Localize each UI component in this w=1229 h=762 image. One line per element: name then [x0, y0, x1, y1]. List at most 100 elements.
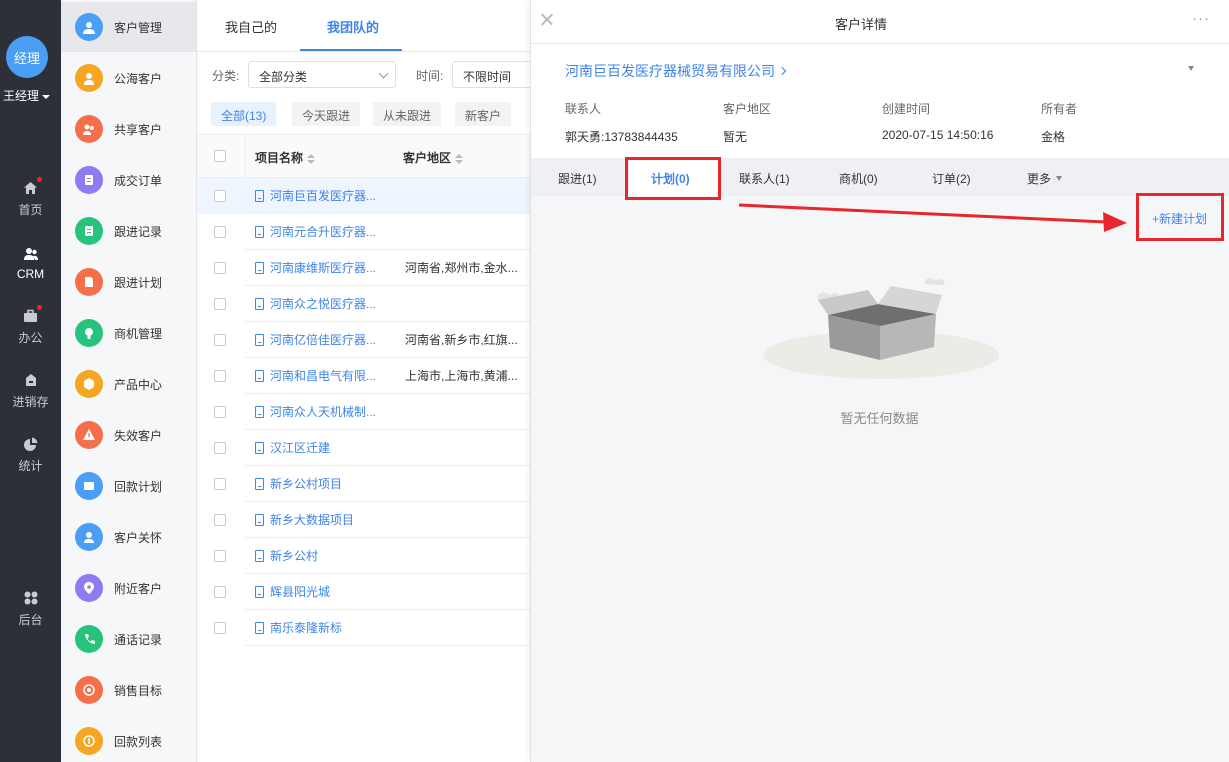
table-row[interactable]: 河南和昌电气有限... 上海市,上海市,黄浦...: [198, 358, 530, 394]
time-select[interactable]: 不限时间: [452, 61, 530, 88]
subnav-item[interactable]: 销售目标: [61, 665, 197, 715]
company-link[interactable]: 河南巨百发医疗器械贸易有限公司: [565, 61, 787, 81]
project-name: 河南元合升医疗器...: [270, 225, 377, 239]
table-row[interactable]: 南乐泰隆新标: [198, 610, 530, 646]
region-cell: [396, 214, 530, 250]
row-checkbox[interactable]: [214, 514, 226, 526]
tab-orders[interactable]: 订单(2): [932, 170, 971, 187]
rail-item-admin[interactable]: 后台: [0, 580, 61, 638]
project-name-cell[interactable]: 新乡公村项目: [245, 466, 396, 502]
select-all-checkbox[interactable]: [214, 150, 226, 162]
row-checkbox[interactable]: [214, 586, 226, 598]
row-checkbox[interactable]: [214, 370, 226, 382]
row-checkbox[interactable]: [214, 406, 226, 418]
col-region-header[interactable]: 客户地区: [403, 149, 464, 166]
project-name: 河南和昌电气有限...: [270, 369, 377, 383]
subnav-item[interactable]: 跟进记录: [61, 206, 197, 256]
project-name-cell[interactable]: 河南众之悦医疗器...: [245, 286, 396, 322]
tab-opportunity[interactable]: 商机(0): [839, 170, 878, 187]
subnav-item[interactable]: 客户关怀: [61, 512, 197, 562]
tab-contacts[interactable]: 联系人(1): [739, 170, 790, 187]
project-name-cell[interactable]: 辉县阳光城: [245, 574, 396, 610]
more-options-icon[interactable]: ···: [1192, 10, 1210, 27]
project-name-cell[interactable]: 河南亿倍佳医疗器...: [245, 322, 396, 358]
row-checkbox[interactable]: [214, 298, 226, 310]
store-icon: [23, 372, 39, 388]
table-row[interactable]: 河南康维斯医疗器... 河南省,郑州市,金水...: [198, 250, 530, 286]
avatar[interactable]: 经理: [6, 36, 48, 78]
user-menu[interactable]: 王经理: [3, 87, 51, 104]
subnav-item[interactable]: 产品中心: [61, 359, 197, 409]
chip-today[interactable]: 今天跟进: [292, 102, 361, 126]
care-icon: [75, 523, 103, 551]
document-icon: [255, 585, 264, 598]
subnav-item[interactable]: 通话记录: [61, 614, 197, 664]
subnav-item[interactable]: 成交订单: [61, 155, 197, 205]
customer-list-panel: 我自己的 我团队的 分类: 全部分类 时间: 不限时间 全部(13) 今天跟进 …: [198, 0, 530, 762]
subnav-item[interactable]: 跟进计划: [61, 257, 197, 307]
tab-mine[interactable]: 我自己的: [225, 17, 277, 36]
rail-item-office[interactable]: 办公: [0, 298, 61, 356]
pie-chart-icon: [23, 436, 39, 452]
tab-more[interactable]: 更多: [1027, 170, 1063, 187]
chip-all[interactable]: 全部(13): [211, 102, 277, 126]
subnav-item[interactable]: 回款列表: [61, 716, 197, 762]
rail-item-inventory[interactable]: 进销存: [0, 362, 61, 420]
project-name-cell[interactable]: 新乡大数据项目: [245, 502, 396, 538]
sort-icon: [455, 153, 464, 164]
briefcase-icon: [23, 305, 42, 324]
table-row[interactable]: 河南元合升医疗器...: [198, 214, 530, 250]
subnav-item[interactable]: 客户管理: [61, 2, 197, 52]
table-row[interactable]: 新乡公村: [198, 538, 530, 574]
project-name-cell[interactable]: 河南康维斯医疗器...: [245, 250, 396, 286]
table-row[interactable]: 河南众之悦医疗器...: [198, 286, 530, 322]
rail-item-crm[interactable]: CRM: [0, 234, 61, 292]
table-row[interactable]: 河南众人天机械制...: [198, 394, 530, 430]
field-label: 所有者: [1041, 102, 1078, 116]
public-customer-icon: [75, 64, 103, 92]
project-name-cell[interactable]: 河南和昌电气有限...: [245, 358, 396, 394]
region-cell: 河南省,新乡市,红旗...: [396, 322, 530, 358]
row-checkbox[interactable]: [214, 442, 226, 454]
project-name-cell[interactable]: 南乐泰隆新标: [245, 610, 396, 646]
project-name: 河南亿倍佳医疗器...: [270, 333, 377, 347]
row-checkbox[interactable]: [214, 262, 226, 274]
row-checkbox[interactable]: [214, 190, 226, 202]
table-row[interactable]: 新乡公村项目: [198, 466, 530, 502]
tab-team[interactable]: 我团队的: [327, 17, 379, 36]
row-checkbox[interactable]: [214, 550, 226, 562]
collapse-caret-icon[interactable]: [1188, 66, 1194, 71]
subnav-item[interactable]: 失效客户: [61, 410, 197, 460]
subnav-label: 附近客户: [114, 581, 163, 596]
tab-follow[interactable]: 跟进(1): [558, 170, 597, 187]
table-row[interactable]: 河南巨百发医疗器...: [198, 178, 530, 214]
col-name-header[interactable]: 项目名称: [255, 149, 316, 166]
project-name-cell[interactable]: 新乡公村: [245, 538, 396, 574]
new-plan-button[interactable]: +新建计划: [1152, 210, 1207, 227]
document-icon: [255, 333, 264, 346]
rail-item-home[interactable]: 首页: [0, 170, 61, 228]
project-name-cell[interactable]: 汉江区迁建: [245, 430, 396, 466]
category-select[interactable]: 全部分类: [248, 61, 396, 88]
subnav-item[interactable]: 共享客户: [61, 104, 197, 154]
subnav-item[interactable]: 商机管理: [61, 308, 197, 358]
subnav-item[interactable]: 回款计划: [61, 461, 197, 511]
subnav-item[interactable]: 附近客户: [61, 563, 197, 613]
table-row[interactable]: 辉县阳光城: [198, 574, 530, 610]
row-checkbox[interactable]: [214, 622, 226, 634]
subnav-item[interactable]: 公海客户: [61, 53, 197, 103]
chip-never[interactable]: 从未跟进: [373, 102, 442, 126]
project-name-cell[interactable]: 河南巨百发医疗器...: [245, 178, 396, 214]
row-checkbox[interactable]: [214, 478, 226, 490]
document-icon: [255, 621, 264, 634]
subnav-label: 成交订单: [114, 173, 163, 188]
row-checkbox[interactable]: [214, 226, 226, 238]
table-row[interactable]: 新乡大数据项目: [198, 502, 530, 538]
chip-new[interactable]: 新客户: [455, 102, 512, 126]
row-checkbox[interactable]: [214, 334, 226, 346]
project-name-cell[interactable]: 河南元合升医疗器...: [245, 214, 396, 250]
project-name-cell[interactable]: 河南众人天机械制...: [245, 394, 396, 430]
table-row[interactable]: 汉江区迁建: [198, 430, 530, 466]
rail-item-stats[interactable]: 统计: [0, 426, 61, 484]
table-row[interactable]: 河南亿倍佳医疗器... 河南省,新乡市,红旗...: [198, 322, 530, 358]
